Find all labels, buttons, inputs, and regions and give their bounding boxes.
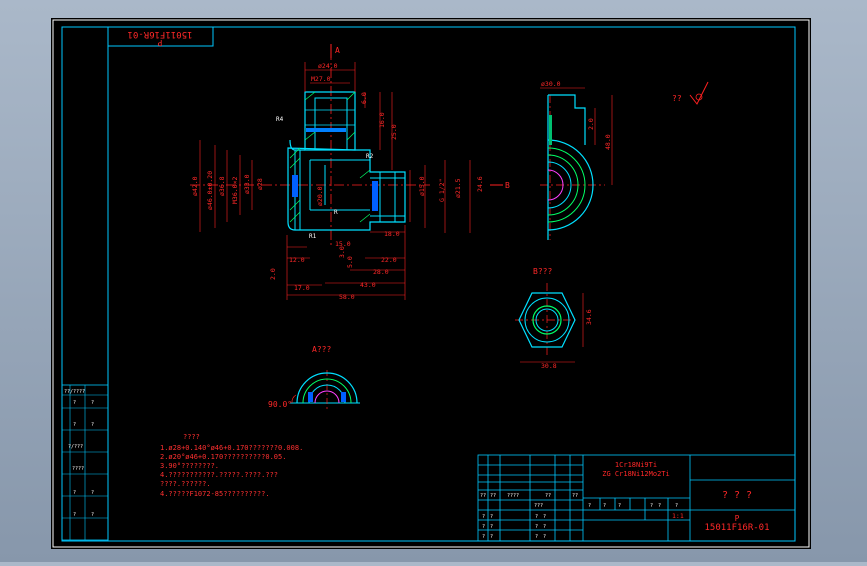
dimension-label: ???? (72, 466, 84, 472)
dimension-label: 25.0 (390, 124, 398, 140)
view-b-letter: B (505, 181, 510, 190)
radius-r1: R1 (309, 233, 317, 240)
hex-dim-height: 34.6 (585, 309, 593, 325)
dimension-label: 16.0 (378, 112, 386, 128)
dimension-label: 2.ø20°ø46+0.170??????????0.05. (160, 453, 286, 461)
dimension-label: 28.0 (373, 268, 389, 276)
dimension-label: ? (73, 400, 76, 406)
dimension-label: ø42.0 (191, 176, 199, 196)
dimension-label: ? (490, 524, 493, 530)
dimension-label: ?? (480, 493, 486, 499)
dimension-label: ???? (507, 493, 519, 499)
dimension-label: ? (535, 524, 538, 530)
dimension-label: ? (482, 514, 485, 520)
dimension-label: ? (91, 512, 94, 518)
view-a-title: A??? (312, 345, 331, 354)
dimension-label: ? (490, 534, 493, 540)
dimension-label: ? (675, 503, 678, 509)
side-hatch-block (549, 115, 552, 145)
dimension-label: 3.90°????????. (160, 462, 219, 470)
dimension-label: ??/???? (64, 389, 85, 395)
dimension-label: ? (490, 514, 493, 520)
dimension-label: ? (91, 400, 94, 406)
dimension-label: G 1/2" (438, 179, 446, 202)
dimension-label: ? (650, 503, 653, 509)
dimension-label: 24.6 (476, 176, 484, 192)
dimension-label: ? (588, 503, 591, 509)
dimension-label: ø28 (256, 178, 264, 190)
dimension-label: M36.0×2 (231, 177, 239, 204)
dimension-label: 48.0 (604, 134, 612, 150)
dimension-label: 12.0 (289, 256, 305, 264)
dimension-label: ? (658, 503, 661, 509)
dimension-label: ø36.8 (218, 176, 226, 196)
dimension-label: ? (535, 534, 538, 540)
notes-title: ???? (183, 433, 200, 441)
scale: 1:1 (672, 512, 684, 520)
dimension-label: ø21.5 (454, 178, 462, 198)
dimension-label: ?/??? (68, 444, 83, 450)
dimension-label: 2.0 (587, 118, 595, 130)
dimension-label: 1.ø28+0.140°ø46+0.170???????0.008. (160, 444, 303, 452)
dimension-label: ? (603, 503, 606, 509)
dimension-label: ? (73, 512, 76, 518)
dimension-label: 4.?????F1072-85??????????. (160, 490, 270, 498)
dimension-label: ø24.0 (318, 62, 338, 70)
rotated-code-prefix: P (157, 38, 162, 47)
dimension-label: ? (91, 490, 94, 496)
thread-fill-top (306, 128, 346, 132)
dimension-label: 4.???????????.?????.????.??? (160, 471, 278, 479)
dimension-label: 43.0 (360, 281, 376, 289)
view-b-title: B??? (533, 267, 552, 276)
material-line-2: ZG Cr18Ni12Mo2Ti (602, 470, 669, 478)
dimension-label: ????.??????. (160, 480, 211, 488)
dimension-label: ? (543, 514, 546, 520)
dimension-label: ? (618, 503, 621, 509)
drawing-code-p: P (735, 514, 740, 523)
dimension-label: ? (73, 490, 76, 496)
dimension-label: 18.0 (384, 230, 400, 238)
dimension-label: ? (482, 534, 485, 540)
dimension-label: ø33.0 (243, 174, 251, 194)
dimension-label: ? (73, 422, 76, 428)
dimension-label: 22.0 (381, 256, 397, 264)
dimension-label: ø20.0 (316, 186, 324, 206)
roughness-mark: ?? (672, 94, 682, 103)
thread-fill-right (372, 181, 378, 211)
leader-r: R (334, 209, 338, 216)
dimension-label: ø30.0 (541, 80, 561, 88)
part-name: ? ? ? (722, 490, 752, 501)
drawing-canvas[interactable]: 15011F16R-01 P A B R4 R2 R1 R ø24.0 M27.… (0, 0, 867, 562)
hex-dim-width: 30.8 (541, 362, 557, 370)
dimension-label: ??? (534, 503, 543, 509)
rotated-code-text: 15011F16R-01 (127, 29, 192, 39)
dimension-label: ø15.0 (418, 176, 426, 196)
dimension-label: M27.0 (311, 75, 331, 83)
dimension-label: ø46.0±0.20 (206, 171, 214, 210)
dimension-label: 58.0 (339, 293, 355, 301)
dimension-label: 2.0 (269, 268, 277, 280)
dimension-label: 3.0 (338, 246, 346, 258)
dimension-label: 17.0 (294, 284, 310, 292)
dimension-label: ?? (572, 493, 578, 499)
dimension-label: ? (482, 524, 485, 530)
angle-label: 90.0° (268, 400, 292, 409)
radius-r2: R2 (366, 153, 374, 160)
radius-r4: R4 (276, 116, 284, 123)
dimension-label: 6.0 (360, 92, 368, 104)
view-a-letter: A (335, 46, 340, 55)
dimension-label: ? (543, 524, 546, 530)
drawing-code: 15011F16R-01 (704, 523, 769, 533)
dimension-label: ? (91, 422, 94, 428)
dimension-label: ?? (545, 493, 551, 499)
dimension-label: ? (543, 534, 546, 540)
material-line-1: 1Cr18Ni9Ti (615, 461, 657, 469)
dimension-label: ? (535, 514, 538, 520)
dimension-label: 5.0 (346, 256, 354, 268)
thread-fill-left (292, 175, 298, 197)
dimension-label: ?? (490, 493, 496, 499)
cad-viewport[interactable]: 15011F16R-01 P A B R4 R2 R1 R ø24.0 M27.… (0, 0, 867, 562)
